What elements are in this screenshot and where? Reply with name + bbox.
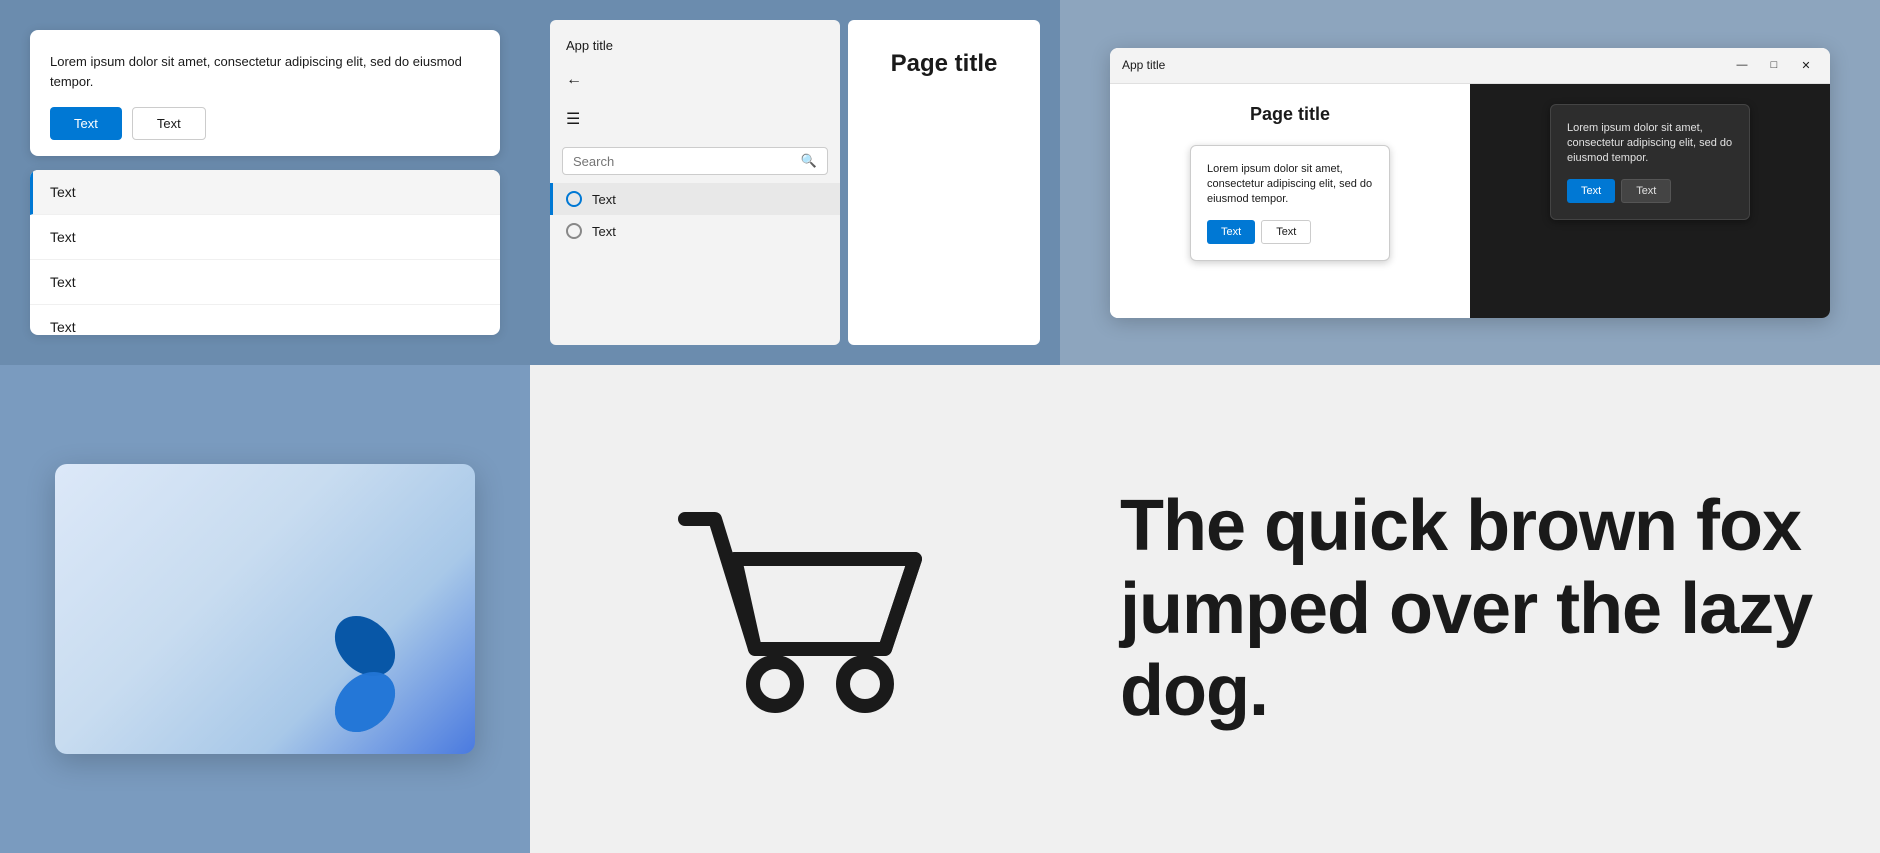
dialog-secondary-button[interactable]: Text (132, 107, 206, 140)
nav-item-label: Text (592, 192, 616, 207)
list-item-label: Text (50, 319, 76, 335)
maximize-button[interactable]: □ (1762, 53, 1786, 77)
menu-button[interactable]: ☰ (550, 99, 840, 139)
window-light-side: Page title Lorem ipsum dolor sit amet, c… (1110, 84, 1470, 318)
window-dark-side: Lorem ipsum dolor sit amet, consectetur … (1470, 84, 1830, 318)
page-area: Page title (848, 20, 1040, 345)
page-title: Page title (891, 50, 998, 78)
main-grid: Lorem ipsum dolor sit amet, consectetur … (0, 0, 1880, 853)
window-controls: — □ ✕ (1730, 53, 1818, 77)
window-dialog-buttons: Text Text (1207, 220, 1373, 244)
minimize-button[interactable]: — (1730, 53, 1754, 77)
window-titlebar: App title — □ ✕ (1110, 48, 1830, 84)
nav-item-1[interactable]: Text (550, 183, 840, 215)
cell-bottom-center (530, 365, 1060, 853)
dialog-box: Lorem ipsum dolor sit amet, consectetur … (30, 30, 500, 156)
window-dialog-dark-buttons: Text Text (1567, 179, 1733, 203)
window-dialog-secondary[interactable]: Text (1261, 220, 1311, 244)
nav-item-label: Text (592, 224, 616, 239)
cell-bottom-left (0, 365, 530, 853)
nav-item-2[interactable]: Text (550, 215, 840, 247)
laptop-screen (55, 464, 475, 754)
laptop-mockup (55, 464, 475, 754)
list-item-label: Text (50, 184, 76, 200)
dialog-buttons: Text Text (50, 107, 480, 140)
list-item[interactable]: Text (30, 170, 500, 215)
window-content-split: Page title Lorem ipsum dolor sit amet, c… (1110, 84, 1830, 318)
list-item[interactable]: Text (30, 305, 500, 335)
window-dialog-text: Lorem ipsum dolor sit amet, consectetur … (1207, 162, 1373, 208)
list-box: Text Text Text Text (30, 170, 500, 335)
window-title: App title (1122, 58, 1730, 72)
typography-display: The quick brown fox jumped over the lazy… (1120, 485, 1820, 733)
cell-top-left: Lorem ipsum dolor sit amet, consectetur … (0, 0, 530, 365)
window-page-title: Page title (1250, 104, 1330, 125)
window-dialog-light: Lorem ipsum dolor sit amet, consectetur … (1190, 145, 1390, 261)
cell-bottom-right: The quick brown fox jumped over the lazy… (1060, 365, 1880, 853)
search-box: 🔍 (562, 147, 828, 175)
back-button[interactable]: ← (550, 61, 840, 99)
close-button[interactable]: ✕ (1794, 53, 1818, 77)
cart-icon (655, 479, 935, 739)
list-item[interactable]: Text (30, 260, 500, 305)
window-frame: App title — □ ✕ Page title Lorem ipsum d… (1110, 48, 1830, 318)
radio-selected-icon (566, 191, 582, 207)
dialog-text: Lorem ipsum dolor sit amet, consectetur … (50, 52, 480, 91)
search-icon: 🔍 (801, 153, 817, 169)
window-dialog-primary[interactable]: Text (1207, 220, 1255, 244)
dialog-primary-button[interactable]: Text (50, 107, 122, 140)
list-item-label: Text (50, 274, 76, 290)
cell-top-center: App title ← ☰ 🔍 Text Text Page title (530, 0, 1060, 365)
cell-top-right: App title — □ ✕ Page title Lorem ipsum d… (1060, 0, 1880, 365)
window-dialog-dark-text: Lorem ipsum dolor sit amet, consectetur … (1567, 121, 1733, 167)
list-item-label: Text (50, 229, 76, 245)
nav-panel: App title ← ☰ 🔍 Text Text (550, 20, 840, 345)
radio-unselected-icon (566, 223, 582, 239)
search-input[interactable] (573, 154, 801, 169)
window-dialog-dark: Lorem ipsum dolor sit amet, consectetur … (1550, 104, 1750, 220)
nav-app-title: App title (550, 30, 840, 61)
list-item[interactable]: Text (30, 215, 500, 260)
window-dialog-dark-primary[interactable]: Text (1567, 179, 1615, 203)
window-dialog-dark-secondary[interactable]: Text (1621, 179, 1671, 203)
